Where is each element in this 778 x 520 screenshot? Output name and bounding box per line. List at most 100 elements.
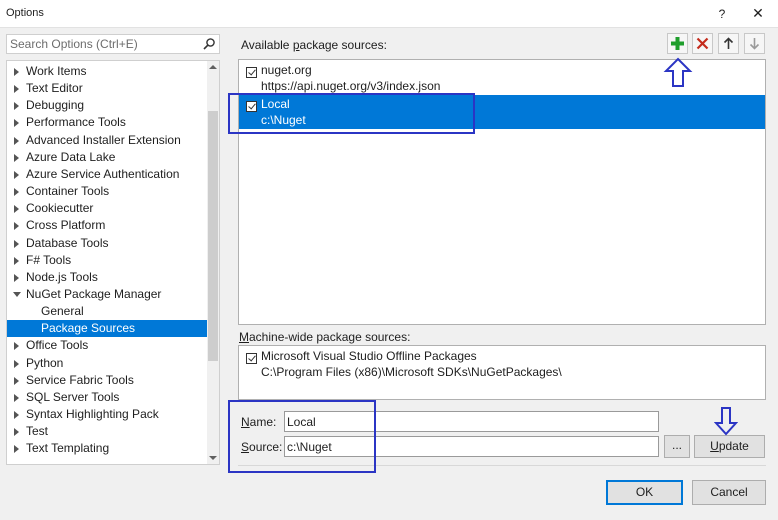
window-title: Options: [6, 7, 44, 19]
source-name: Microsoft Visual Studio Offline Packages: [261, 349, 477, 363]
search-box[interactable]: [6, 34, 220, 54]
browse-button[interactable]: ...: [664, 435, 690, 458]
tree-item[interactable]: Azure Data Lake: [7, 149, 207, 166]
source-url: https://api.nuget.org/v3/index.json: [261, 79, 441, 93]
tree-item[interactable]: Database Tools: [7, 235, 207, 252]
tree-item[interactable]: Service Fabric Tools: [7, 372, 207, 389]
tree-item-label: Text Templating: [26, 441, 110, 456]
expand-arrow-right-icon[interactable]: [14, 205, 19, 214]
ok-button[interactable]: OK: [606, 480, 683, 505]
tree-item-label: Performance Tools: [26, 115, 126, 130]
expand-arrow-right-icon[interactable]: [14, 153, 19, 162]
source-checkbox[interactable]: [246, 353, 257, 364]
tree-item[interactable]: Advanced Installer Extension: [7, 132, 207, 149]
title-bar: Options ? ✕: [0, 0, 778, 27]
remove-source-button[interactable]: [692, 33, 713, 54]
scroll-up-arrow-icon[interactable]: [207, 61, 219, 73]
expand-arrow-right-icon[interactable]: [14, 428, 19, 437]
tree-item-label: Text Editor: [26, 81, 83, 96]
search-icon[interactable]: [202, 37, 216, 51]
tree-item-label: Python: [26, 355, 64, 370]
tree-item-label: Database Tools: [26, 235, 109, 250]
expand-arrow-right-icon[interactable]: [14, 393, 19, 402]
tree-item[interactable]: Text Templating: [7, 440, 207, 457]
tree-item-label: NuGet Package Manager: [26, 286, 162, 301]
tree-item-label: Test: [26, 424, 49, 439]
annotation-name-source-highlight: [228, 400, 376, 473]
update-button[interactable]: Update: [694, 435, 765, 458]
expand-arrow-right-icon[interactable]: [14, 256, 19, 265]
source-checkbox[interactable]: [246, 67, 257, 78]
tree-item[interactable]: Performance Tools: [7, 114, 207, 131]
tree-item[interactable]: SQL Server Tools: [7, 389, 207, 406]
machine-wide-sources-label: Machine-wide package sources:: [239, 330, 411, 344]
add-source-button[interactable]: [667, 33, 688, 54]
machine-source-item[interactable]: Microsoft Visual Studio Offline Packages…: [239, 347, 765, 381]
help-button[interactable]: ?: [712, 5, 732, 23]
expand-arrow-down-icon[interactable]: [13, 291, 21, 297]
expand-arrow-right-icon[interactable]: [14, 222, 19, 231]
expand-arrow-right-icon[interactable]: [14, 342, 19, 351]
expand-arrow-right-icon[interactable]: [14, 445, 19, 454]
expand-arrow-right-icon[interactable]: [14, 102, 19, 111]
expand-arrow-right-icon[interactable]: [14, 359, 19, 368]
delete-x-icon: [696, 37, 709, 50]
arrow-down-icon: [749, 38, 760, 50]
available-sources-label: Available package sources:: [241, 38, 387, 52]
tree-item-label: Syntax Highlighting Pack: [26, 407, 159, 421]
expand-arrow-right-icon[interactable]: [14, 85, 19, 94]
expand-arrow-right-icon[interactable]: [14, 68, 19, 76]
tree-item[interactable]: NuGet Package Manager: [7, 286, 207, 303]
tree-item-label: Advanced Installer Extension: [26, 132, 181, 147]
tree-item[interactable]: Work Items: [7, 63, 207, 80]
expand-arrow-right-icon[interactable]: [14, 136, 19, 145]
tree-item[interactable]: Syntax Highlighting Pack: [7, 406, 207, 423]
tree-item-label: F# Tools: [26, 252, 72, 267]
tree-item[interactable]: Office Tools: [7, 337, 207, 354]
tree-item[interactable]: Python: [7, 355, 207, 372]
tree-item-label: Cross Platform: [26, 218, 106, 233]
scroll-down-arrow-icon[interactable]: [207, 452, 219, 464]
move-down-button[interactable]: [744, 33, 765, 54]
tree-item[interactable]: Package Sources: [7, 320, 207, 338]
tree-scrollbar[interactable]: [207, 61, 219, 464]
search-input[interactable]: [10, 36, 200, 52]
plus-icon: [671, 37, 684, 50]
options-tree[interactable]: Work Items Text Editor Debugging Performanc…: [6, 60, 220, 465]
tree-item-label: Node.js Tools: [26, 269, 98, 284]
arrow-up-icon: [723, 37, 734, 49]
tree-item[interactable]: Text Editor: [7, 80, 207, 97]
tree-item[interactable]: General: [7, 303, 207, 320]
annotation-local-highlight: [228, 93, 475, 134]
tree-item[interactable]: Cookiecutter: [7, 200, 207, 217]
tree-item[interactable]: Azure Service Authentication: [7, 166, 207, 183]
tree-item-label: Debugging: [26, 98, 85, 113]
cancel-button[interactable]: Cancel: [692, 480, 766, 505]
expand-arrow-right-icon[interactable]: [14, 411, 19, 419]
expand-arrow-right-icon[interactable]: [14, 376, 19, 385]
expand-arrow-right-icon[interactable]: [14, 239, 19, 248]
tree-item[interactable]: Test: [7, 423, 207, 440]
tree-item-label: Cookiecutter: [26, 201, 94, 216]
machine-wide-sources-list[interactable]: Microsoft Visual Studio Offline Packages…: [238, 345, 766, 400]
tree-item-label: Office Tools: [26, 338, 89, 353]
expand-arrow-right-icon[interactable]: [14, 170, 19, 179]
tree-item-label: Work Items: [26, 64, 87, 78]
close-button[interactable]: ✕: [746, 4, 770, 22]
tree-item[interactable]: F# Tools: [7, 252, 207, 269]
tree-item[interactable]: Debugging: [7, 97, 207, 114]
tree-item-label: Package Sources: [41, 321, 136, 336]
annotation-down-arrow-icon: [714, 407, 738, 436]
tree-item[interactable]: Node.js Tools: [7, 269, 207, 286]
scroll-thumb[interactable]: [208, 111, 218, 361]
expand-arrow-right-icon[interactable]: [14, 188, 19, 197]
expand-arrow-right-icon[interactable]: [14, 273, 19, 282]
tree-item-label: SQL Server Tools: [26, 389, 120, 404]
expand-arrow-right-icon[interactable]: [14, 119, 19, 128]
tree-item[interactable]: Cross Platform: [7, 217, 207, 234]
tree-item-label: Container Tools: [26, 184, 110, 199]
annotation-up-arrow-icon: [663, 57, 693, 87]
source-url: C:\Program Files (x86)\Microsoft SDKs\Nu…: [261, 365, 562, 379]
tree-item[interactable]: Container Tools: [7, 183, 207, 200]
move-up-button[interactable]: [718, 33, 739, 54]
